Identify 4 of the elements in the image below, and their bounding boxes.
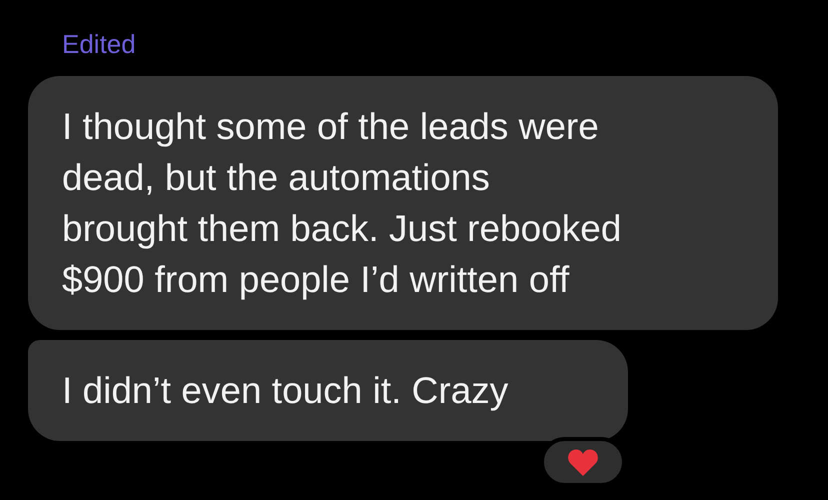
message-bubble: I thought some of the leads were dead, but the automations brought them back. Just rebooked $900 from people I’d written off bbox=[28, 76, 778, 330]
heart-icon bbox=[567, 448, 599, 476]
message-bubble: I didn’t even touch it. Crazy bbox=[28, 340, 628, 441]
edited-label: Edited bbox=[62, 28, 136, 60]
